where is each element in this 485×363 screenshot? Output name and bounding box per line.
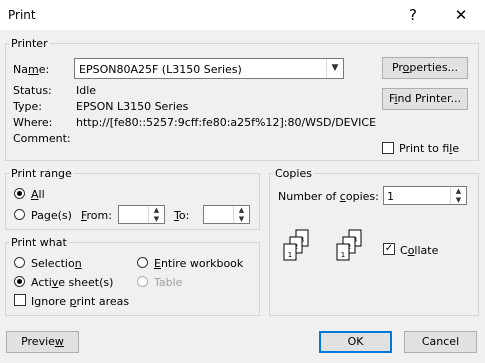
collate-page-number: 1 (341, 251, 345, 259)
where-label: Where: (13, 116, 53, 129)
help-icon[interactable]: ? (398, 4, 428, 26)
title-bar: Print ? ✕ (0, 0, 485, 30)
close-icon[interactable]: ✕ (446, 4, 476, 26)
number-of-copies-value: 1 (387, 190, 394, 203)
spin-up-icon[interactable]: ▲ (451, 187, 466, 196)
printer-name-value: EPSON80A25F (L3150 Series) (79, 63, 242, 76)
to-spinbox[interactable]: ▲ ▼ (203, 205, 250, 224)
pages-radio[interactable] (14, 209, 25, 220)
cancel-button[interactable]: Cancel (404, 331, 477, 353)
printer-group-label: Printer (9, 37, 50, 50)
printer-name-label: Name: (13, 63, 50, 76)
spin-up-icon[interactable]: ▲ (149, 206, 164, 215)
spin-down-icon[interactable]: ▼ (451, 196, 466, 205)
properties-button[interactable]: Properties... (382, 57, 468, 79)
number-of-copies-label: Number of copies: (278, 190, 379, 203)
selection-label[interactable]: Selection (31, 257, 82, 270)
table-radio (137, 276, 148, 287)
ignore-print-areas-label[interactable]: Ignore print areas (31, 295, 129, 308)
collate-label[interactable]: Collate (400, 244, 438, 257)
where-value: http://[fe80::5257:9cff:fe80:a25f%12]:80… (76, 116, 377, 129)
collate-page-number: 1 (288, 251, 292, 259)
print-what-label: Print what (9, 236, 69, 249)
collate-checkbox[interactable]: ✓ (383, 243, 395, 255)
print-to-file-label[interactable]: Print to file (399, 142, 459, 155)
printer-name-combobox[interactable]: EPSON80A25F (L3150 Series) ▼ (74, 58, 344, 79)
all-radio[interactable] (14, 188, 25, 199)
window-title: Print (8, 8, 36, 22)
to-spin-arrows[interactable]: ▲ ▼ (233, 206, 249, 223)
table-label: Table (154, 276, 183, 289)
number-of-copies-spinbox[interactable]: 1 ▲ ▼ (383, 186, 467, 205)
preview-button[interactable]: Preview (6, 331, 79, 353)
spin-down-icon[interactable]: ▼ (149, 215, 164, 224)
active-sheets-label[interactable]: Active sheet(s) (31, 276, 113, 289)
spin-up-icon[interactable]: ▲ (234, 206, 249, 215)
from-spinbox[interactable]: ▲ ▼ (118, 205, 165, 224)
entire-workbook-radio[interactable] (137, 257, 148, 268)
print-range-label: Print range (9, 167, 74, 180)
find-printer-button[interactable]: Find Printer... (382, 88, 468, 110)
chevron-down-icon[interactable]: ▼ (326, 59, 343, 78)
status-label: Status: (13, 84, 52, 97)
from-spin-arrows[interactable]: ▲ ▼ (148, 206, 164, 223)
active-sheets-radio[interactable] (14, 276, 25, 287)
type-label: Type: (13, 100, 42, 113)
selection-radio[interactable] (14, 257, 25, 268)
ok-button[interactable]: OK (319, 331, 392, 353)
from-label: From: (81, 209, 112, 222)
copies-spin-arrows[interactable]: ▲ ▼ (450, 187, 466, 204)
pages-label[interactable]: Page(s) (31, 209, 72, 222)
spin-down-icon[interactable]: ▼ (234, 215, 249, 224)
to-label: To: (174, 209, 190, 222)
ignore-print-areas-checkbox[interactable] (14, 294, 26, 306)
print-to-file-checkbox[interactable] (382, 142, 394, 154)
entire-workbook-label[interactable]: Entire workbook (154, 257, 243, 270)
collate-pages-icon: 3 2 1 3 2 1 (283, 229, 362, 261)
copies-label: Copies (273, 167, 314, 180)
all-label[interactable]: All (31, 188, 45, 201)
status-value: Idle (76, 84, 97, 97)
type-value: EPSON L3150 Series (76, 100, 189, 113)
comment-label: Comment: (13, 132, 71, 145)
